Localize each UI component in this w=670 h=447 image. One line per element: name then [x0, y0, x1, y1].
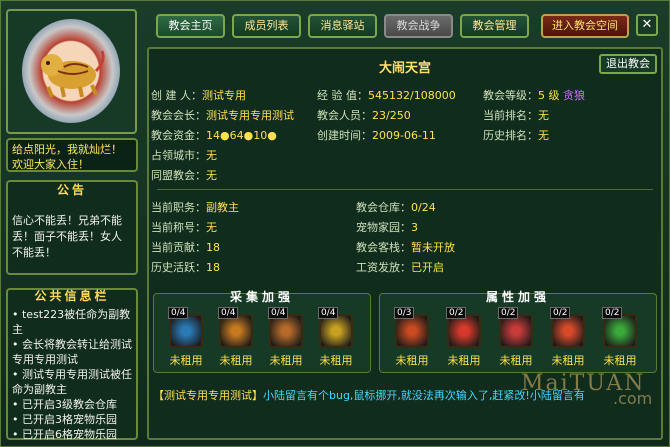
guild-emblem — [6, 9, 137, 134]
guild-slogan: 给点阳光，我就灿烂！欢迎大家入住！ — [6, 138, 138, 172]
tab-member-list[interactable]: 成员列表 — [232, 14, 301, 38]
news-panel: 公共信息栏 • test223被任命为副教主 • 会长将教会转让给测试专用专用测… — [6, 288, 138, 442]
news-item: • 已开启3级教会仓库 — [12, 398, 117, 411]
divider — [157, 189, 653, 190]
info-created-time: 创建时间：2009-06-11 — [317, 129, 436, 142]
fist-skill-icon[interactable]: 0/2 — [498, 307, 533, 348]
info-occupied-city: 占领城市：无 — [151, 149, 217, 162]
skill-status: 未租用 — [319, 354, 353, 367]
info-experience: 经 验 值：545132/108000 — [317, 89, 456, 102]
info-creator: 创 建 人：测试专用 — [151, 89, 246, 102]
news-list: • test223被任命为副教主 • 会长将教会转让给测试专用专用测试 • 测试… — [12, 307, 132, 442]
close-icon[interactable]: ✕ — [636, 14, 658, 36]
tab-message-station[interactable]: 消息驿站 — [308, 14, 377, 38]
pick-skill-icon[interactable]: 0/4 — [318, 307, 353, 348]
announcement-panel: 公告 信心不能丢！兄弟不能丢！面子不能丢！女人不能丢！ — [6, 180, 138, 275]
gather-enhance-panel: 采集加强 0/4 未租用 0/4 未租用 0/4 未租用 0/4 未租用 — [153, 290, 371, 373]
chat-sender[interactable]: 【测试专用专用测试】 — [153, 389, 263, 402]
herb-skill-icon[interactable]: 0/4 — [218, 307, 253, 348]
news-item: • 测试专用专用测试被任命为副教主 — [12, 368, 132, 396]
green-flame-skill-icon[interactable]: 0/2 — [602, 307, 637, 348]
watermark-suffix: .com — [613, 389, 653, 408]
news-item: • test223被任命为副教主 — [12, 308, 131, 336]
news-item: • 会长将教会转让给测试专用专用测试 — [12, 338, 132, 366]
info-allied-guild: 同盟教会：无 — [151, 169, 217, 182]
gather-skill: 0/4 未租用 — [316, 307, 356, 368]
info-funds: 教会资金：14●64●10● — [151, 129, 277, 142]
skill-level: 0/2 — [602, 307, 623, 319]
info-members: 教会人员：23/250 — [317, 109, 411, 122]
skill-level: 0/4 — [268, 307, 289, 319]
guild-window: 给点阳光，我就灿烂！欢迎大家入住！ 公告 信心不能丢！兄弟不能丢！面子不能丢！女… — [0, 0, 670, 447]
guild-inn: 教会客栈：暂未开放 — [356, 241, 455, 254]
attr-skill: 0/3 未租用 — [392, 307, 432, 368]
guild-warehouse: 教会仓库：0/24 — [356, 201, 436, 214]
info-leader: 教会会长：测试专用专用测试 — [151, 109, 294, 122]
guild-name: 大闹天宫 — [378, 61, 431, 76]
personal-position: 当前职务：副教主 — [151, 201, 239, 214]
news-item: • 已开启6格宠物乐园 — [12, 428, 117, 441]
skill-status: 未租用 — [219, 354, 253, 367]
announcement-body: 信心不能丢！兄弟不能丢！面子不能丢！女人不能丢！ — [12, 214, 122, 259]
gather-enhance-title: 采集加强 — [229, 290, 294, 304]
tab-guild-home[interactable]: 教会主页 — [156, 14, 225, 38]
pet-home: 宠物家园：3 — [356, 221, 418, 234]
axe-skill-icon[interactable]: 0/4 — [268, 307, 303, 348]
skill-status: 未租用 — [603, 354, 637, 367]
attribute-enhance-panel: 属性加强 0/3 未租用 0/2 未租用 0/2 未租用 0/2 未租用 0/2 未租用 — [379, 290, 657, 373]
personal-history-activity: 历史活跃：18 — [151, 261, 220, 274]
skill-level: 0/2 — [550, 307, 571, 319]
tab-guild-management[interactable]: 教会管理 — [460, 14, 529, 38]
shield-skill-icon[interactable]: 0/2 — [550, 307, 585, 348]
skill-level: 0/3 — [394, 307, 415, 319]
enter-guild-space-button[interactable]: 进入教会空间 — [541, 14, 629, 38]
skill-level: 0/4 — [318, 307, 339, 319]
attr-skill: 0/2 未租用 — [548, 307, 588, 368]
fire-orb-skill-icon[interactable]: 0/3 — [394, 307, 429, 348]
attribute-enhance-title: 属性加强 — [485, 290, 550, 304]
gather-skill: 0/4 未租用 — [266, 307, 306, 368]
attr-skill: 0/2 未租用 — [444, 307, 484, 368]
attr-skill: 0/2 未租用 — [600, 307, 640, 368]
gather-skill: 0/4 未租用 — [166, 307, 206, 368]
skill-status: 未租用 — [269, 354, 303, 367]
personal-title: 当前称号：无 — [151, 221, 217, 234]
skill-level: 0/4 — [168, 307, 189, 319]
exit-guild-button[interactable]: 退出教会 — [599, 54, 657, 74]
skill-status: 未租用 — [551, 354, 585, 367]
warrior-skill-icon[interactable]: 0/2 — [446, 307, 481, 348]
skill-status: 未租用 — [395, 354, 429, 367]
sword-skill-icon[interactable]: 0/4 — [168, 307, 203, 348]
skill-status: 未租用 — [169, 354, 203, 367]
skill-level: 0/2 — [446, 307, 467, 319]
attr-skill: 0/2 未租用 — [496, 307, 536, 368]
news-item: • 已开启3格宠物乐园 — [12, 413, 117, 426]
info-current-rank: 当前排名：无 — [483, 109, 549, 122]
skill-level: 0/4 — [218, 307, 239, 319]
tab-guild-war[interactable]: 教会战争 — [384, 14, 453, 38]
salary-payout: 工资发放：已开启 — [356, 261, 444, 274]
tiger-emblem-icon — [41, 50, 105, 98]
gather-skill: 0/4 未租用 — [216, 307, 256, 368]
skill-status: 未租用 — [499, 354, 533, 367]
skill-level: 0/2 — [498, 307, 519, 319]
news-title: 公共信息栏 — [34, 289, 110, 303]
personal-contribution: 当前贡献：18 — [151, 241, 220, 254]
info-history-rank: 历史排名：无 — [483, 129, 549, 142]
announcement-title: 公告 — [56, 183, 87, 197]
info-guild-level: 教会等级：5 级 贪狼 — [483, 89, 585, 102]
skill-status: 未租用 — [447, 354, 481, 367]
